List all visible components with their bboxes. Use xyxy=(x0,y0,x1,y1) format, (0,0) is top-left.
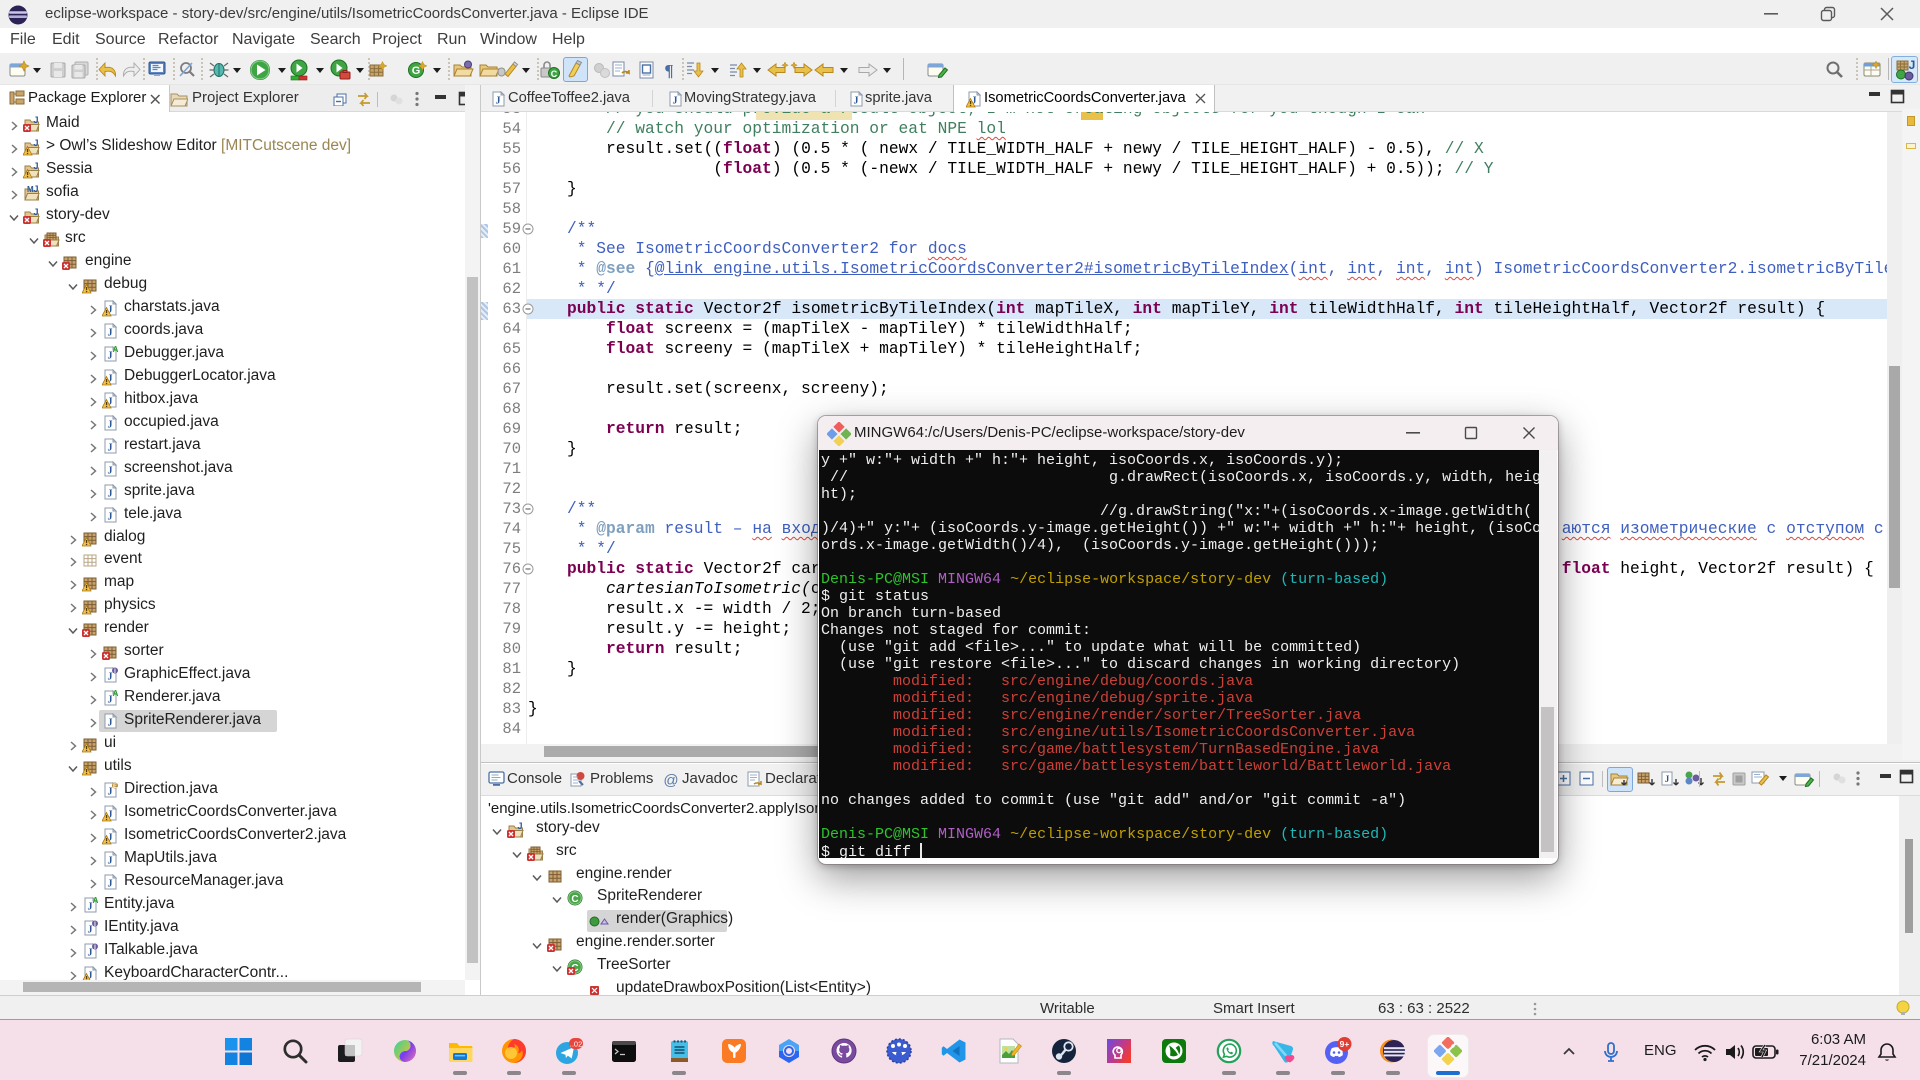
svg-text:J: J xyxy=(88,925,93,936)
svg-text:J: J xyxy=(33,208,38,217)
svg-text:A: A xyxy=(113,690,119,698)
svg-text:J: J xyxy=(108,787,113,798)
svg-text:E: E xyxy=(113,784,117,790)
svg-text:J: J xyxy=(108,879,113,890)
svg-text:J: J xyxy=(854,96,859,107)
svg-text:¶: ¶ xyxy=(664,61,673,80)
svg-text:J: J xyxy=(1665,774,1670,784)
svg-text:C: C xyxy=(571,894,578,905)
svg-text:J: J xyxy=(496,96,501,107)
svg-text:J: J xyxy=(108,443,113,454)
svg-text:J: J xyxy=(108,718,113,729)
svg-text:J: J xyxy=(33,185,38,194)
svg-text:J: J xyxy=(33,116,38,125)
svg-text:J: J xyxy=(108,466,113,477)
svg-text:A: A xyxy=(113,346,119,354)
svg-text:J: J xyxy=(108,489,113,500)
svg-text:J: J xyxy=(1909,59,1916,72)
svg-text:@: @ xyxy=(663,772,678,788)
svg-text:J: J xyxy=(108,672,113,683)
svg-text:J: J xyxy=(108,512,113,523)
svg-text:..02: ..02 xyxy=(570,1039,583,1048)
svg-text:A: A xyxy=(93,897,99,905)
svg-text:J: J xyxy=(108,420,113,431)
svg-text:J: J xyxy=(108,328,113,339)
svg-text:J: J xyxy=(108,856,113,867)
svg-text:J: J xyxy=(33,139,38,148)
svg-text:J: J xyxy=(517,822,522,831)
svg-text:G: G xyxy=(412,65,421,77)
svg-text:C: C xyxy=(551,69,558,79)
svg-text:J: J xyxy=(88,948,93,959)
svg-text:9+: 9+ xyxy=(1340,1039,1350,1049)
svg-text:J: J xyxy=(673,96,678,107)
svg-text:J: J xyxy=(33,162,38,171)
svg-text:M: M xyxy=(27,185,34,194)
